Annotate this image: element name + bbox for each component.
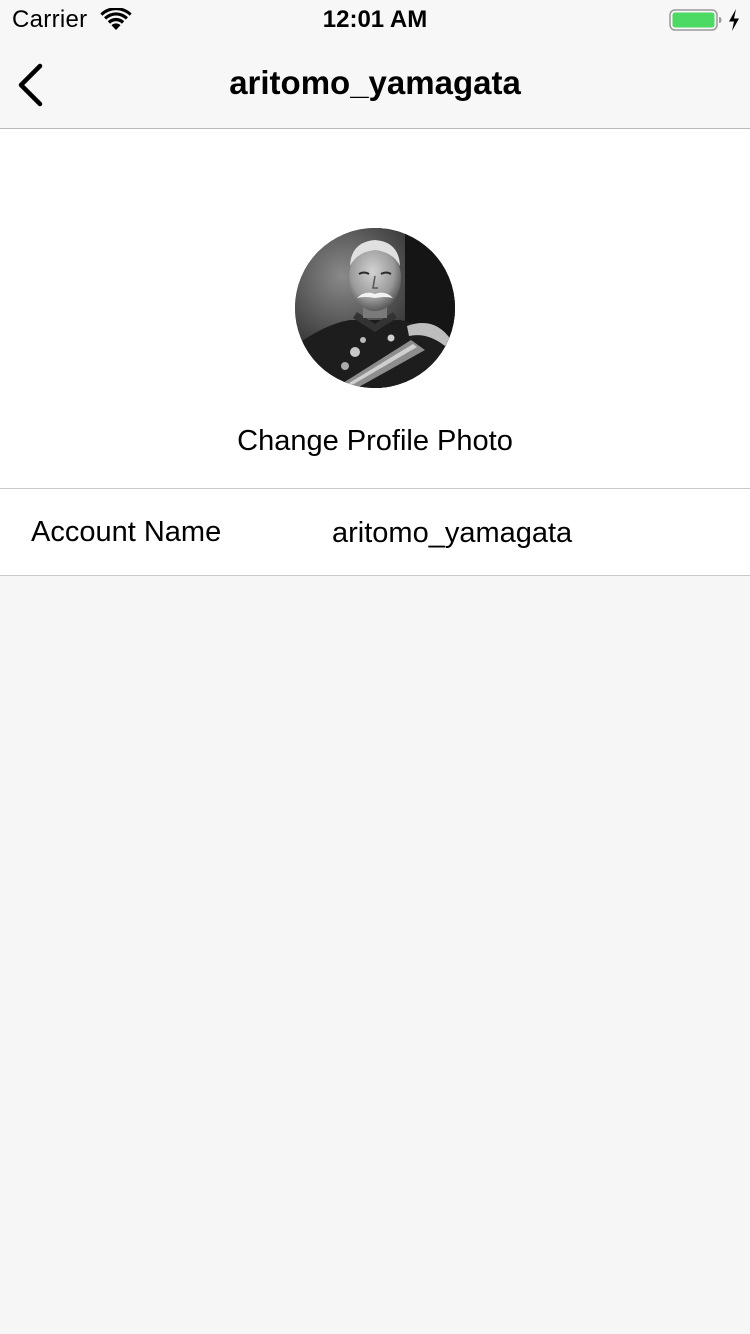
- charging-bolt-icon: [729, 9, 739, 31]
- status-time: 12:01 AM: [322, 6, 428, 33]
- status-bar: Carrier 12:01 AM: [0, 0, 750, 40]
- account-name-field[interactable]: [332, 516, 722, 550]
- battery-icon: [669, 9, 722, 31]
- avatar[interactable]: [295, 228, 455, 388]
- navigation-bar: aritomo_yamagata: [0, 40, 750, 129]
- back-button[interactable]: [4, 50, 64, 118]
- profile-photo-section: Change Profile Photo: [0, 129, 750, 489]
- account-name-row: Account Name: [0, 489, 750, 576]
- change-profile-photo-button[interactable]: Change Profile Photo: [0, 425, 750, 458]
- account-name-label: Account Name: [31, 516, 222, 548]
- chevron-left-icon: [18, 63, 43, 107]
- page-title: aritomo_yamagata: [229, 64, 521, 101]
- profile-photo: [295, 228, 455, 388]
- screen: Carrier 12:01 AM aritomo_yamagata Change…: [0, 0, 750, 1334]
